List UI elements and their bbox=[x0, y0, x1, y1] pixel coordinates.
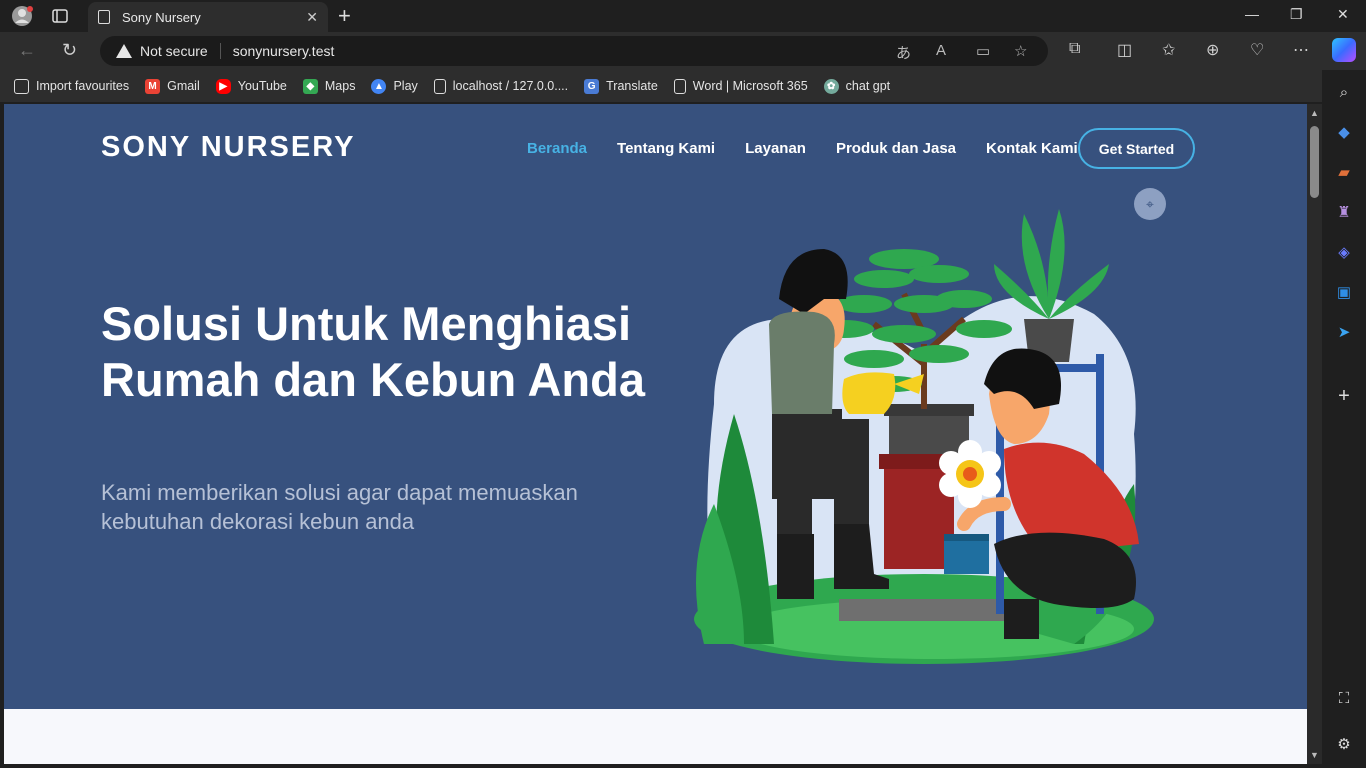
visual-search-icon[interactable]: ⌖ bbox=[1134, 188, 1166, 220]
page-icon bbox=[433, 78, 446, 94]
import-icon bbox=[14, 78, 29, 94]
bookmark-label: Maps bbox=[324, 79, 356, 93]
tab-bar: Sony Nursery ✕ + — ❐ ✕ bbox=[0, 0, 1366, 32]
settings-gear-icon[interactable]: ⚙ bbox=[1334, 734, 1354, 754]
chatgpt-icon: ✿ bbox=[823, 78, 839, 94]
bookmark-chat-gpt[interactable]: ✿ chat gpt bbox=[823, 78, 891, 94]
hero-headline: Solusi Untuk Menghiasi Rumah dan Kebun A… bbox=[101, 297, 645, 406]
bookmark-word[interactable]: Word | Microsoft 365 bbox=[673, 78, 808, 94]
address-bar[interactable]: Not secure sonynursery.test あ A ▭ ☆ bbox=[100, 36, 1048, 66]
bookmark-localhost[interactable]: localhost / 127.0.0.... bbox=[433, 78, 569, 94]
nav-tentang-kami[interactable]: Tentang Kami bbox=[617, 140, 715, 157]
browser-essentials-icon[interactable]: ♡ bbox=[1250, 40, 1264, 60]
bookmark-youtube[interactable]: ▶ YouTube bbox=[215, 78, 287, 94]
more-menu-icon[interactable]: ⋯ bbox=[1293, 40, 1309, 60]
new-tab-button[interactable]: + bbox=[338, 3, 351, 29]
scroll-thumb[interactable] bbox=[1310, 126, 1319, 198]
page-icon bbox=[673, 78, 686, 94]
gmail-icon: M bbox=[145, 78, 161, 94]
page-scrollbar[interactable]: ▲ ▼ bbox=[1307, 104, 1322, 764]
add-sidebar-app-icon[interactable]: + bbox=[1334, 385, 1354, 407]
outlook-icon[interactable]: ▣ bbox=[1334, 282, 1354, 302]
minimize-button[interactable]: — bbox=[1245, 6, 1259, 22]
address-row: ← ↻ Not secure sonynursery.test あ A ▭ ☆ … bbox=[0, 32, 1366, 70]
page-viewport: SONY NURSERY Beranda Tentang Kami Layana… bbox=[4, 104, 1307, 764]
site-logo[interactable]: SONY NURSERY bbox=[101, 131, 355, 164]
read-aloud-icon[interactable]: A bbox=[936, 42, 946, 59]
play-icon: ▲ bbox=[371, 78, 387, 94]
gardening-illustration bbox=[694, 209, 1154, 664]
copilot-icon[interactable] bbox=[1332, 38, 1356, 62]
scroll-down-icon[interactable]: ▼ bbox=[1310, 750, 1319, 760]
bookmark-label: YouTube bbox=[237, 79, 287, 93]
bookmark-maps[interactable]: ◆ Maps bbox=[302, 78, 356, 94]
games-chess-icon[interactable]: ♜ bbox=[1334, 202, 1354, 222]
tab-actions-icon[interactable] bbox=[48, 5, 72, 27]
hero-subheadline: Kami memberikan solusi agar dapat memuas… bbox=[101, 480, 578, 534]
scroll-up-icon[interactable]: ▲ bbox=[1310, 108, 1319, 118]
tab-sony-nursery[interactable]: Sony Nursery ✕ bbox=[88, 2, 328, 32]
youtube-icon: ▶ bbox=[215, 78, 231, 94]
bookmark-label: Play bbox=[393, 79, 418, 93]
split-screen-icon[interactable]: ◫ bbox=[1117, 40, 1132, 60]
bookmark-import-favourites[interactable]: Import favourites bbox=[14, 78, 130, 94]
nav-kontak-kami[interactable]: Kontak Kami bbox=[986, 140, 1078, 157]
nav-layanan[interactable]: Layanan bbox=[745, 140, 806, 157]
get-started-button[interactable]: Get Started bbox=[1078, 128, 1195, 169]
edge-sidebar: ⌕ ◆ ▰ ♜ ◈ ▣ ➤ + ⛶ ⚙ bbox=[1322, 70, 1366, 768]
shopping-tag-icon[interactable]: ◆ bbox=[1334, 122, 1354, 142]
nav-produk-dan-jasa[interactable]: Produk dan Jasa bbox=[836, 140, 956, 157]
bookmarks-bar: Import favourites M Gmail ▶ YouTube ◆ Ma… bbox=[0, 70, 1366, 102]
bookmark-label: Word | Microsoft 365 bbox=[692, 79, 808, 93]
profile-avatar-icon[interactable] bbox=[10, 5, 34, 27]
tools-briefcase-icon[interactable]: ▰ bbox=[1334, 162, 1354, 182]
screenshot-icon[interactable]: ⛶ bbox=[1334, 688, 1354, 708]
close-window-button[interactable]: ✕ bbox=[1337, 6, 1349, 23]
bookmark-label: Translate bbox=[606, 79, 658, 93]
restore-button[interactable]: ❐ bbox=[1290, 6, 1303, 23]
hero-section: SONY NURSERY Beranda Tentang Kami Layana… bbox=[4, 104, 1307, 709]
translate-icon: G bbox=[584, 78, 600, 94]
close-tab-icon[interactable]: ✕ bbox=[306, 9, 318, 26]
collections-icon[interactable]: ⊕ bbox=[1206, 40, 1219, 60]
favourites-icon[interactable]: ✩ bbox=[1162, 40, 1175, 60]
warning-icon bbox=[116, 44, 132, 58]
nav-beranda[interactable]: Beranda bbox=[527, 140, 587, 157]
drop-send-icon[interactable]: ➤ bbox=[1334, 322, 1354, 342]
bookmark-label: chat gpt bbox=[845, 79, 891, 93]
translate-page-icon[interactable]: あ bbox=[896, 42, 911, 63]
url-text[interactable]: sonynursery.test bbox=[233, 43, 335, 59]
divider bbox=[219, 43, 221, 59]
refresh-icon[interactable]: ↻ bbox=[62, 40, 77, 61]
bookmark-play[interactable]: ▲ Play bbox=[371, 78, 418, 94]
search-icon[interactable]: ⌕ bbox=[1334, 82, 1354, 102]
main-nav: Beranda Tentang Kami Layanan Produk dan … bbox=[527, 140, 1108, 157]
security-label[interactable]: Not secure bbox=[140, 43, 208, 59]
bookmark-label: localhost / 127.0.0.... bbox=[452, 79, 569, 93]
bookmark-label: Import favourites bbox=[36, 79, 130, 93]
back-icon[interactable]: ← bbox=[18, 40, 36, 61]
bookmark-translate[interactable]: G Translate bbox=[584, 78, 658, 94]
bookmark-label: Gmail bbox=[167, 79, 200, 93]
maps-icon: ◆ bbox=[302, 78, 318, 94]
extensions-icon[interactable]: ⧉ bbox=[1069, 40, 1080, 58]
immersive-reader-icon[interactable]: ▭ bbox=[976, 42, 990, 60]
tab-title: Sony Nursery bbox=[122, 9, 201, 25]
bookmark-gmail[interactable]: M Gmail bbox=[145, 78, 200, 94]
copilot-sidebar-icon[interactable]: ◈ bbox=[1334, 242, 1354, 262]
page-icon bbox=[98, 10, 110, 24]
favourite-star-icon[interactable]: ☆ bbox=[1014, 42, 1027, 60]
